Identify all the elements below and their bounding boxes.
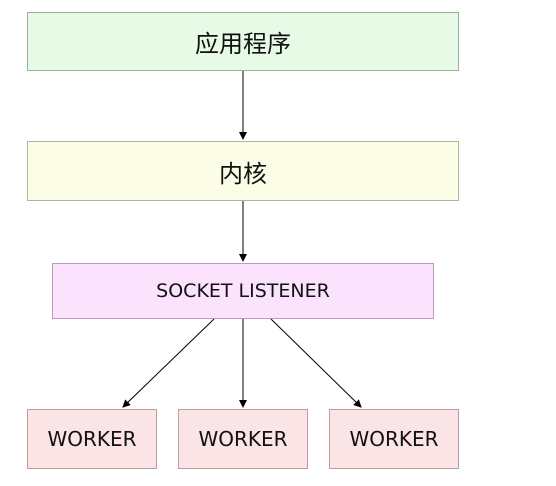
node-worker-2: WORKER (178, 409, 308, 469)
edge-listener-to-worker-3 (270, 318, 362, 408)
edge-listener-to-worker-1 (122, 318, 215, 408)
node-kernel: 内核 (27, 141, 459, 201)
node-socket-listener: SOCKET LISTENER (52, 263, 434, 319)
node-application: 应用程序 (27, 12, 459, 71)
node-worker-1: WORKER (27, 409, 157, 469)
node-worker-3: WORKER (329, 409, 459, 469)
